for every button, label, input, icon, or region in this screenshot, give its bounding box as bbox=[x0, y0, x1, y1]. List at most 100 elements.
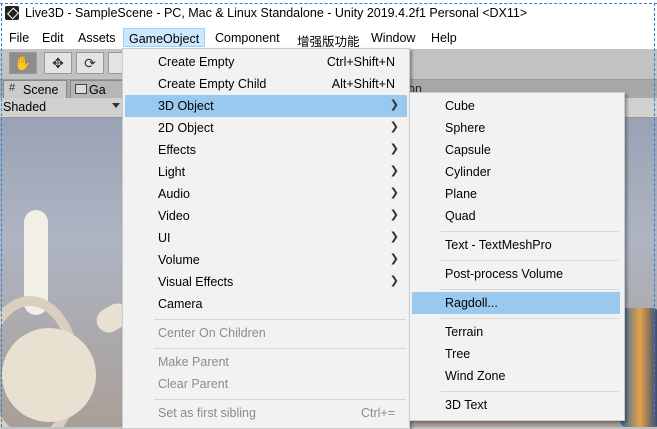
menu-item-label: Volume bbox=[158, 253, 200, 267]
submenu-item-label: Post-process Volume bbox=[445, 267, 564, 281]
menu-separator bbox=[441, 260, 619, 261]
focus-outline-right bbox=[654, 3, 655, 427]
menu-separator bbox=[441, 391, 619, 392]
submenu-item-label: Cylinder bbox=[445, 165, 491, 179]
menu-window[interactable]: Window bbox=[371, 31, 415, 45]
menu-item-label: Make Parent bbox=[158, 355, 229, 369]
chevron-right-icon: ❯ bbox=[389, 187, 399, 199]
menu-item-visual-effects[interactable]: Visual Effects ❯ bbox=[125, 271, 407, 293]
menu-item-label: Clear Parent bbox=[158, 377, 229, 391]
menu-item-volume[interactable]: Volume ❯ bbox=[125, 249, 407, 271]
menu-item-label: Center On Children bbox=[158, 326, 266, 340]
scene-sphere-object[interactable] bbox=[2, 328, 96, 422]
hand-tool-button[interactable]: ✋ bbox=[9, 52, 37, 74]
menu-item-label: Create Empty bbox=[158, 55, 235, 69]
chevron-right-icon: ❯ bbox=[389, 231, 399, 243]
menu-help[interactable]: Help bbox=[431, 31, 457, 45]
menu-separator bbox=[154, 399, 406, 400]
chevron-right-icon: ❯ bbox=[389, 99, 399, 111]
3d-object-submenu: Cube Sphere Capsule Cylinder Plane Quad … bbox=[409, 92, 625, 421]
submenu-item-capsule[interactable]: Capsule bbox=[412, 139, 620, 161]
submenu-item-label: Terrain bbox=[445, 325, 484, 339]
menu-item-label: Create Empty Child bbox=[158, 77, 267, 91]
tab-game[interactable]: Ga bbox=[70, 80, 130, 98]
submenu-item-label: 3D Text bbox=[445, 398, 488, 412]
menu-gameobject[interactable]: GameObject bbox=[123, 28, 206, 47]
menu-item-video[interactable]: Video ❯ bbox=[125, 205, 407, 227]
menu-item-shortcut: Ctrl+= bbox=[360, 406, 395, 420]
tab-scene-label: Scene bbox=[23, 83, 59, 97]
submenu-item-label: Tree bbox=[445, 347, 471, 361]
chevron-right-icon: ❯ bbox=[389, 121, 399, 133]
menu-separator bbox=[441, 318, 619, 319]
menu-assets[interactable]: Assets bbox=[78, 31, 116, 45]
scene-character-object[interactable] bbox=[620, 308, 657, 427]
unity-logo-icon bbox=[5, 6, 19, 20]
menu-item-label: Audio bbox=[158, 187, 190, 201]
menu-item-set-first-sibling[interactable]: Set as first sibling Ctrl+= bbox=[125, 402, 407, 424]
submenu-item-plane[interactable]: Plane bbox=[412, 183, 620, 205]
menu-item-label: UI bbox=[158, 231, 171, 245]
submenu-item-label: Plane bbox=[445, 187, 477, 201]
chevron-right-icon: ❯ bbox=[389, 253, 399, 265]
menu-item-label: Light bbox=[158, 165, 186, 179]
menu-item-light[interactable]: Light ❯ bbox=[125, 161, 407, 183]
submenu-item-3d-text[interactable]: 3D Text bbox=[412, 394, 620, 416]
menu-separator bbox=[441, 289, 619, 290]
gameobject-menu: Create Empty Ctrl+Shift+N Create Empty C… bbox=[122, 48, 410, 429]
menu-item-3d-object[interactable]: 3D Object ❯ bbox=[125, 95, 407, 117]
menu-item-shortcut: Alt+Shift+N bbox=[331, 77, 395, 91]
submenu-item-cylinder[interactable]: Cylinder bbox=[412, 161, 620, 183]
menu-item-make-parent[interactable]: Make Parent bbox=[125, 351, 407, 373]
game-view-icon bbox=[75, 84, 87, 94]
chevron-right-icon: ❯ bbox=[389, 143, 399, 155]
menu-item-audio[interactable]: Audio ❯ bbox=[125, 183, 407, 205]
tab-game-label: Ga bbox=[89, 83, 106, 97]
menu-separator bbox=[154, 348, 406, 349]
menu-bar: File Edit Assets GameObject Component 增强… bbox=[0, 28, 657, 49]
submenu-item-wind-zone[interactable]: Wind Zone bbox=[412, 365, 620, 387]
submenu-item-label: Wind Zone bbox=[445, 369, 506, 383]
dropdown-arrow-icon[interactable] bbox=[112, 103, 120, 108]
menu-file[interactable]: File bbox=[9, 31, 29, 45]
chevron-right-icon: ❯ bbox=[389, 165, 399, 177]
rotate-icon: ⟳ bbox=[84, 54, 96, 71]
submenu-item-label: Cube bbox=[445, 99, 475, 113]
menu-item-2d-object[interactable]: 2D Object ❯ bbox=[125, 117, 407, 139]
submenu-item-quad[interactable]: Quad bbox=[412, 205, 620, 227]
menu-item-camera[interactable]: Camera bbox=[125, 293, 407, 315]
submenu-item-tree[interactable]: Tree bbox=[412, 343, 620, 365]
chevron-right-icon: ❯ bbox=[389, 275, 399, 287]
submenu-item-label: Ragdoll... bbox=[445, 296, 498, 310]
submenu-item-label: Text - TextMeshPro bbox=[445, 238, 552, 252]
menu-item-label: Effects bbox=[158, 143, 196, 157]
hand-icon: ✋ bbox=[14, 54, 32, 71]
menu-item-center-on-children[interactable]: Center On Children bbox=[125, 322, 407, 344]
menu-item-label: Set as first sibling bbox=[158, 406, 256, 420]
menu-item-ui[interactable]: UI ❯ bbox=[125, 227, 407, 249]
menu-edit[interactable]: Edit bbox=[42, 31, 64, 45]
submenu-item-text-textmeshpro[interactable]: Text - TextMeshPro bbox=[412, 234, 620, 256]
submenu-item-label: Sphere bbox=[445, 121, 486, 135]
submenu-item-ragdoll[interactable]: Ragdoll... bbox=[412, 292, 620, 314]
menu-separator bbox=[154, 319, 406, 320]
menu-component[interactable]: Component bbox=[215, 31, 280, 45]
move-tool-button[interactable]: ✥ bbox=[44, 52, 72, 74]
tab-scene[interactable]: # Scene bbox=[3, 80, 67, 98]
submenu-item-post-process-volume[interactable]: Post-process Volume bbox=[412, 263, 620, 285]
menu-item-label: 2D Object bbox=[158, 121, 214, 135]
menu-item-clear-parent[interactable]: Clear Parent bbox=[125, 373, 407, 395]
menu-item-effects[interactable]: Effects ❯ bbox=[125, 139, 407, 161]
submenu-item-cube[interactable]: Cube bbox=[412, 95, 620, 117]
submenu-item-sphere[interactable]: Sphere bbox=[412, 117, 620, 139]
menu-item-create-empty[interactable]: Create Empty Ctrl+Shift+N bbox=[125, 51, 407, 73]
shading-mode-dropdown[interactable]: Shaded bbox=[3, 100, 46, 114]
submenu-item-terrain[interactable]: Terrain bbox=[412, 321, 620, 343]
grid-icon: # bbox=[9, 82, 16, 94]
move-icon: ✥ bbox=[52, 54, 64, 71]
menu-item-label: Camera bbox=[158, 297, 203, 311]
menu-item-label: Video bbox=[158, 209, 190, 223]
rotate-tool-button[interactable]: ⟳ bbox=[76, 52, 104, 74]
submenu-item-label: Capsule bbox=[445, 143, 491, 157]
menu-item-create-empty-child[interactable]: Create Empty Child Alt+Shift+N bbox=[125, 73, 407, 95]
